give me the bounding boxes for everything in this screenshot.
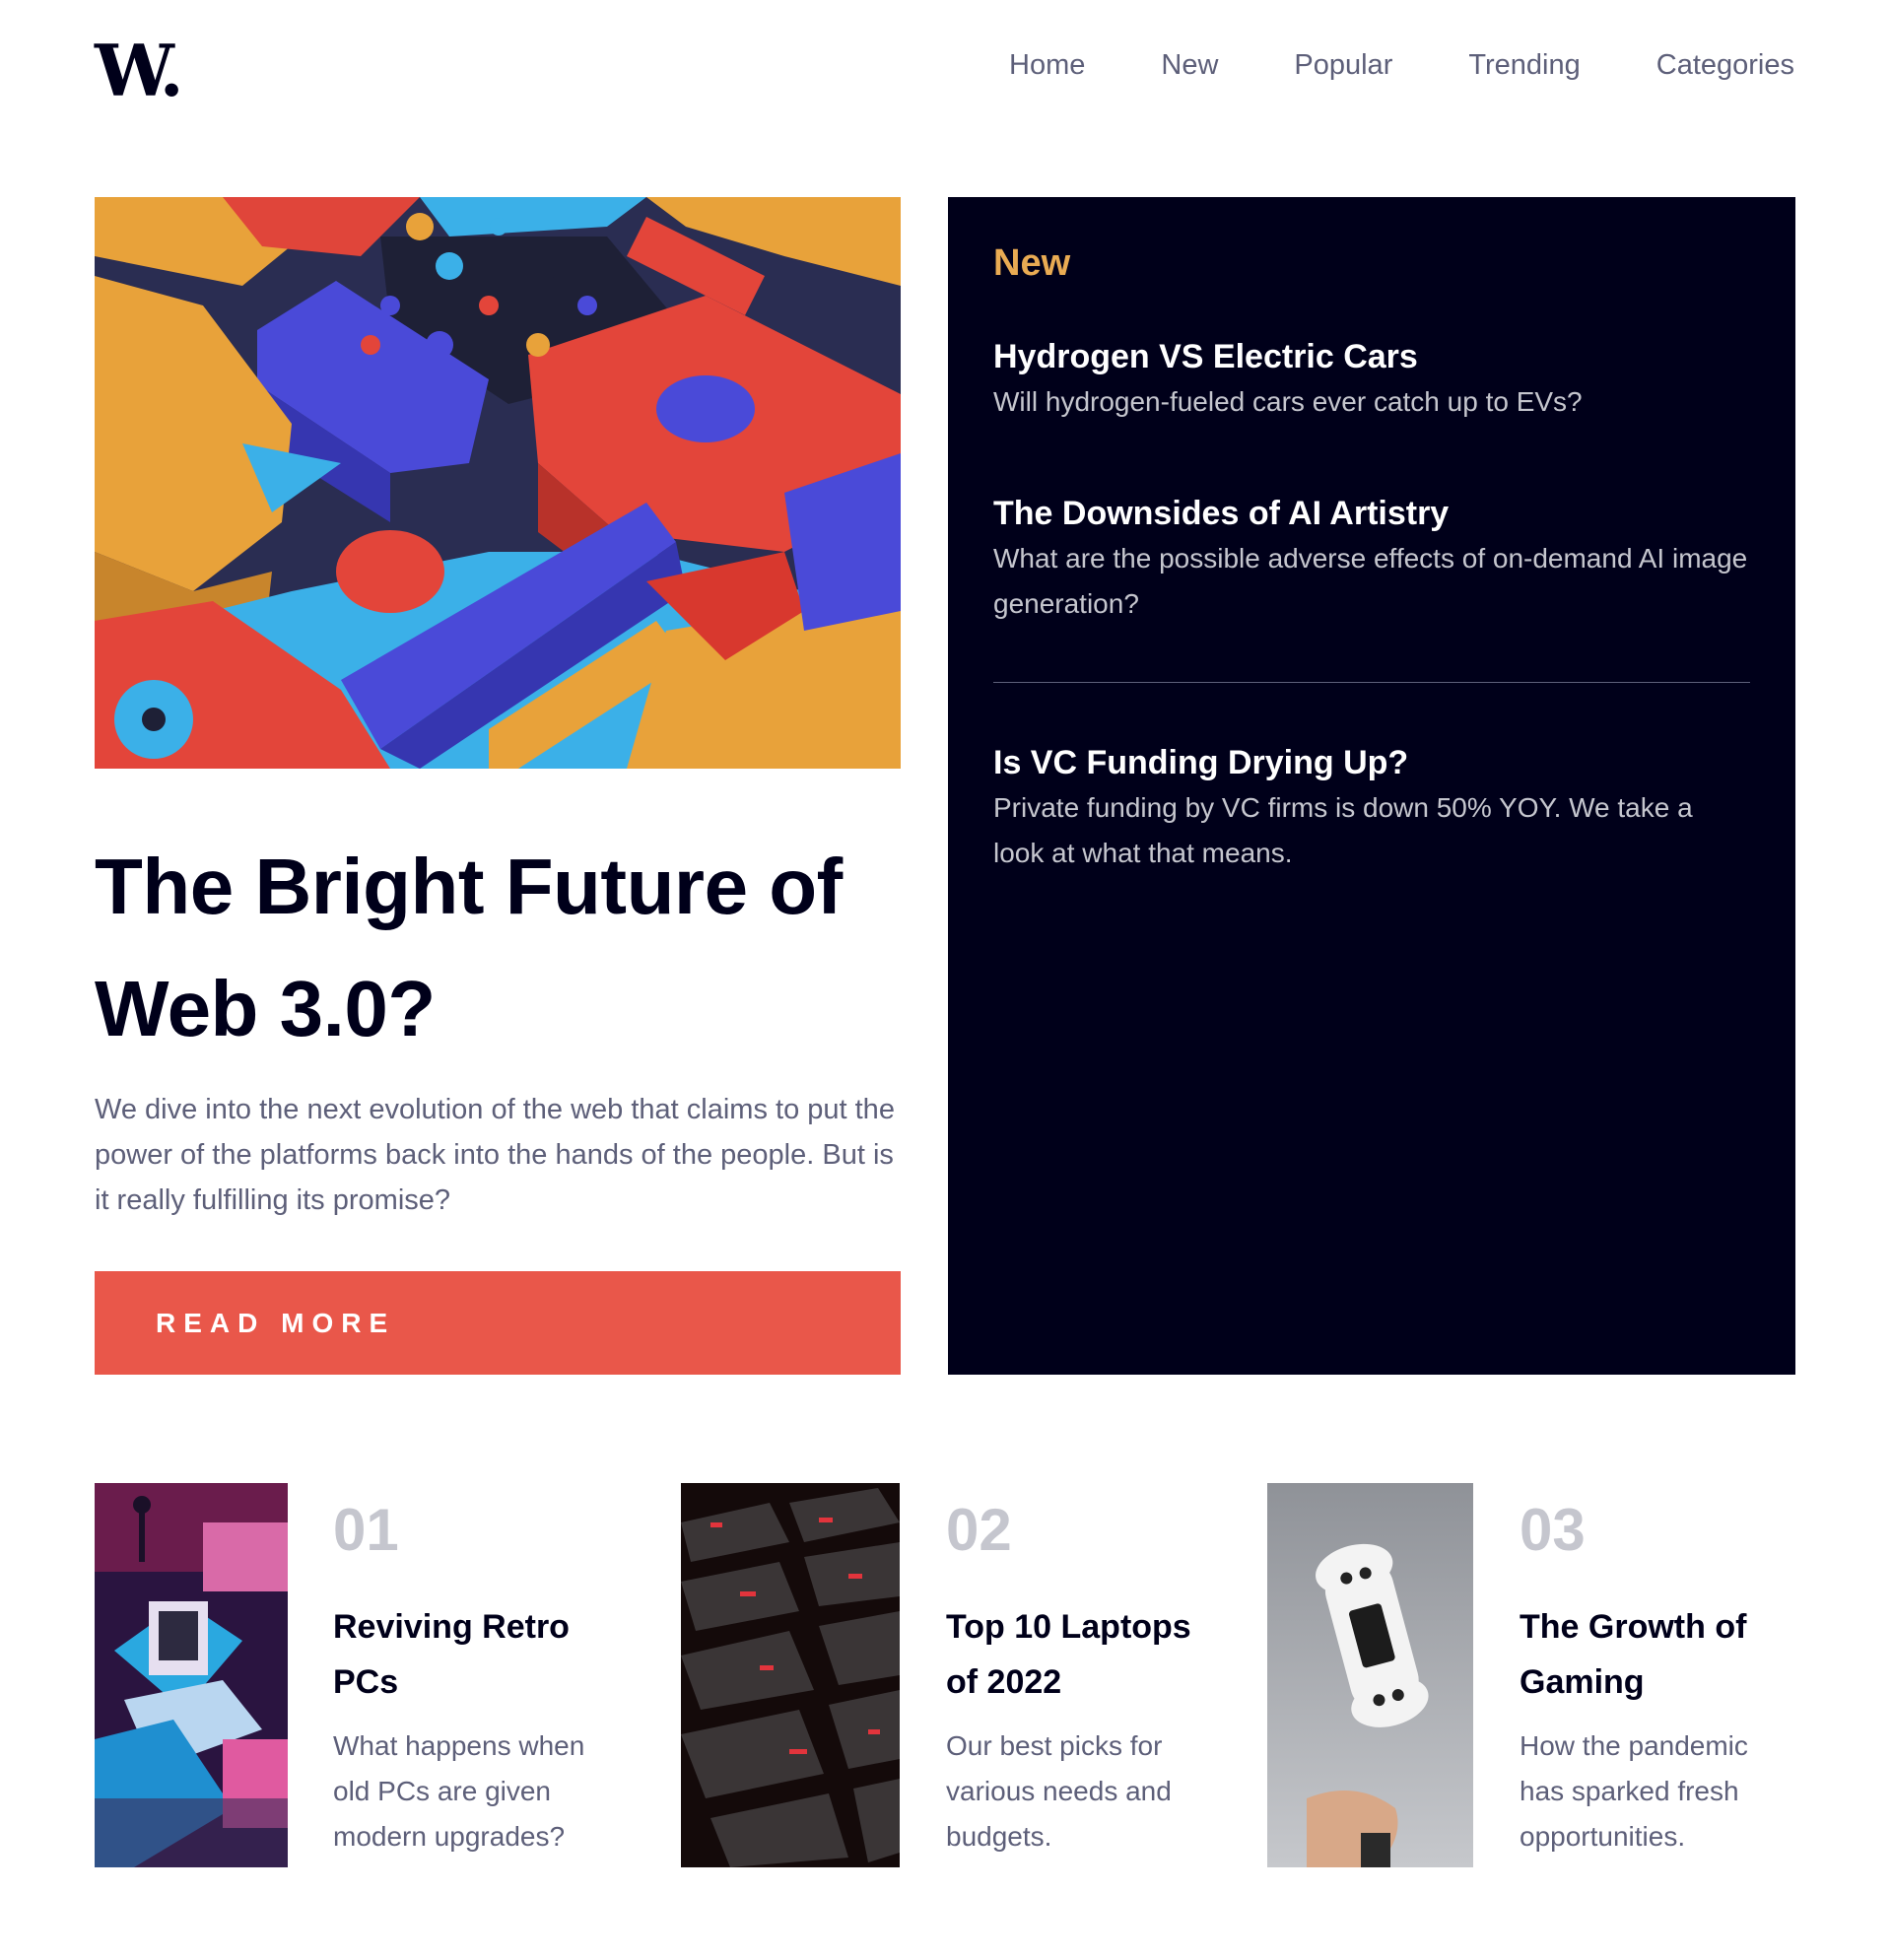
new-article-title[interactable]: Is VC Funding Drying Up? — [993, 740, 1750, 785]
hero-title: The Bright Future of Web 3.0? — [95, 843, 843, 1052]
new-panel-divider — [993, 682, 1750, 683]
article-title[interactable]: Top 10 Laptops of 2022 — [946, 1599, 1213, 1710]
nav-item-popular[interactable]: Popular — [1294, 49, 1392, 82]
new-article-description: Private funding by VC firms is down 50% … — [993, 792, 1693, 868]
article-card: 01 Reviving Retro PCs What happens when … — [95, 1483, 627, 1867]
article-card-body: 02 Top 10 Laptops of 2022 Our best picks… — [946, 1483, 1213, 1859]
article-card: 02 Top 10 Laptops of 2022 Our best picks… — [681, 1483, 1213, 1867]
article-title[interactable]: Reviving Retro PCs — [333, 1599, 627, 1710]
new-article-title[interactable]: Hydrogen VS Electric Cars — [993, 334, 1750, 379]
retro-pc-illustration — [95, 1483, 288, 1867]
article-card: 03 The Growth of Gaming How the pandemic… — [1267, 1483, 1794, 1867]
nav-item-new[interactable]: New — [1161, 49, 1218, 82]
article-description: What happens when old PCs are given mode… — [333, 1730, 585, 1852]
new-article-item[interactable]: The Downsides of AI Artistry What are th… — [993, 491, 1750, 682]
article-number: 03 — [1520, 1497, 1586, 1563]
new-article-description: What are the possible adverse effects of… — [993, 543, 1748, 619]
new-article-description: Will hydrogen-fueled cars ever catch up … — [993, 386, 1583, 417]
article-description: Our best picks for various needs and bud… — [946, 1730, 1172, 1852]
read-more-button[interactable]: READ MORE — [95, 1271, 901, 1375]
site-header: W. Home New Popular Trending Categories — [95, 35, 1794, 106]
new-article-item[interactable]: Hydrogen VS Electric Cars Will hydrogen-… — [993, 334, 1750, 490]
article-description: How the pandemic has sparked fresh oppor… — [1520, 1730, 1748, 1852]
article-title[interactable]: The Growth of Gaming — [1520, 1599, 1794, 1710]
laptop-keyboard-illustration — [681, 1483, 900, 1867]
new-article-title[interactable]: The Downsides of AI Artistry — [993, 491, 1750, 536]
site-logo[interactable]: W. — [95, 35, 184, 106]
read-more-label: READ MORE — [156, 1307, 396, 1338]
game-controller-thumbnail[interactable] — [1267, 1483, 1473, 1867]
retro-pc-thumbnail[interactable] — [95, 1483, 288, 1867]
article-card-body: 01 Reviving Retro PCs What happens when … — [333, 1483, 627, 1859]
nav-item-home[interactable]: Home — [1009, 49, 1085, 82]
nav-item-trending[interactable]: Trending — [1468, 49, 1580, 82]
article-number: 02 — [946, 1497, 1012, 1563]
article-card-body: 03 The Growth of Gaming How the pandemic… — [1520, 1483, 1794, 1859]
hero-image — [95, 197, 901, 769]
new-article-item[interactable]: Is VC Funding Drying Up? Private funding… — [993, 740, 1750, 876]
hero-illustration — [95, 197, 901, 769]
laptop-keyboard-thumbnail[interactable] — [681, 1483, 900, 1867]
nav-item-categories[interactable]: Categories — [1656, 49, 1794, 82]
new-articles-panel: New Hydrogen VS Electric Cars Will hydro… — [948, 197, 1795, 1375]
new-panel-heading: New — [993, 242, 1071, 284]
game-controller-illustration — [1267, 1483, 1473, 1867]
main-nav: Home New Popular Trending Categories — [933, 49, 1794, 82]
article-number: 01 — [333, 1497, 399, 1563]
hero-description: We dive into the next evolution of the w… — [95, 1094, 895, 1216]
